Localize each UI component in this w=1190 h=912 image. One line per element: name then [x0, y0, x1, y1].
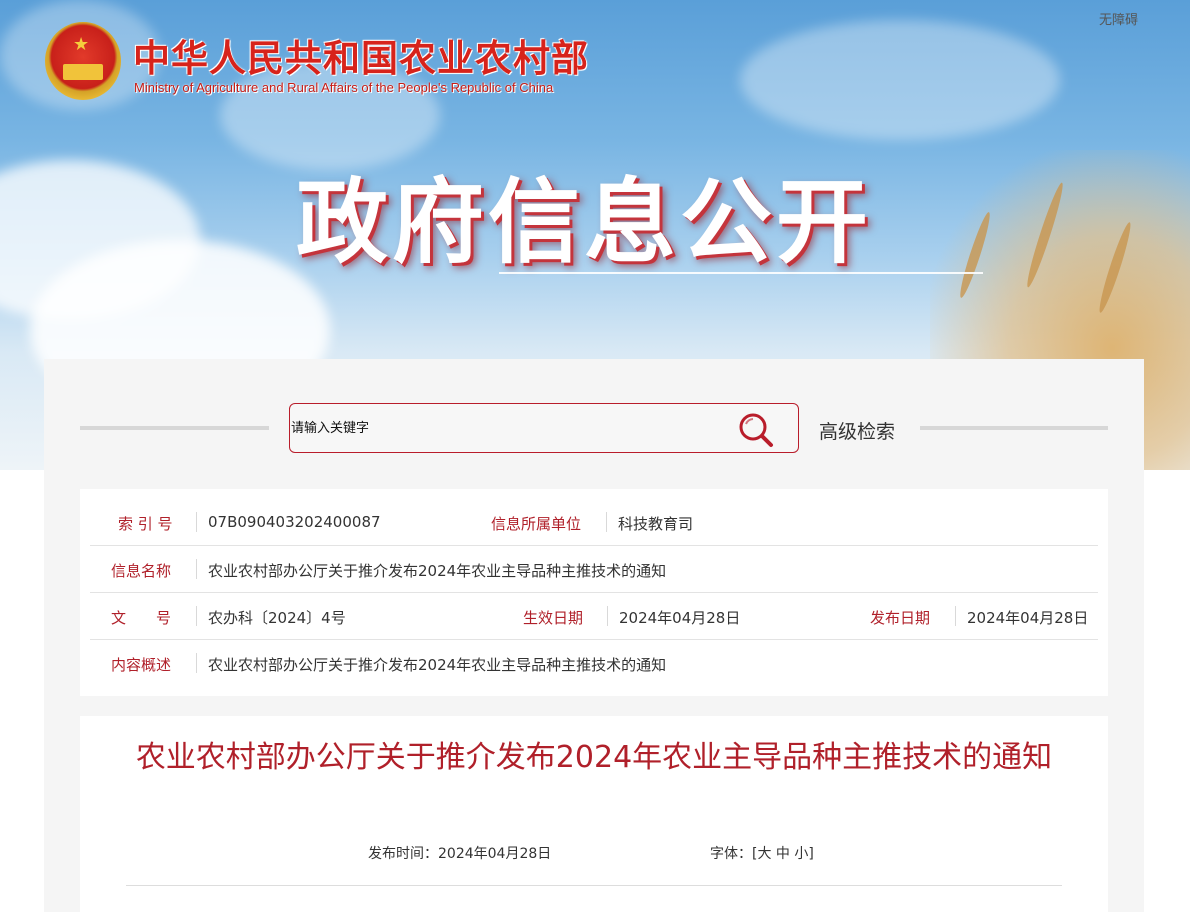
- sky-cloud: [740, 20, 1060, 140]
- summary-label: 内容概述: [111, 656, 172, 674]
- info-metadata-table: 索 引 号 07B090403202400087 信息所属单位 科技教育司 信息…: [80, 489, 1108, 696]
- publish-date-value: 2024年04月28日: [967, 609, 1089, 627]
- doc-number-label: 文 号: [111, 609, 172, 627]
- index-value: 07B090403202400087: [208, 513, 381, 531]
- national-emblem-icon[interactable]: ★: [45, 22, 121, 100]
- font-medium-button[interactable]: 中: [776, 846, 790, 862]
- divider: [196, 606, 197, 626]
- accessibility-link[interactable]: 无障碍: [1099, 9, 1138, 28]
- font-size-label: 字体：: [710, 846, 752, 862]
- page-hero-title: 政府信息公开: [296, 169, 873, 276]
- org-value: 科技教育司: [618, 515, 694, 533]
- publish-date-label: 发布日期: [870, 609, 931, 627]
- divider: [607, 606, 608, 626]
- divider: [196, 653, 197, 673]
- font-large-button[interactable]: 大: [757, 846, 771, 862]
- search-icon[interactable]: [738, 412, 774, 448]
- publish-time-label: 发布时间：: [368, 846, 438, 862]
- publish-time: 发布时间：2024年04月28日: [368, 843, 551, 863]
- divider: [126, 885, 1062, 886]
- ministry-name-cn[interactable]: 中华人民共和国农业农村部: [133, 28, 589, 82]
- publish-time-value: 2024年04月28日: [438, 846, 552, 862]
- hero-underline: [499, 272, 983, 274]
- effective-date-label: 生效日期: [523, 609, 584, 627]
- info-name-value: 农业农村部办公厅关于推介发布2024年农业主导品种主推技术的通知: [208, 562, 667, 580]
- gate-icon: [63, 64, 103, 80]
- divider: [955, 606, 956, 626]
- org-label: 信息所属单位: [491, 515, 582, 533]
- star-icon: ★: [73, 34, 90, 55]
- divider: [196, 512, 197, 532]
- article-card: 农业农村部办公厅关于推介发布2024年农业主导品种主推技术的通知 发布时间：20…: [80, 716, 1108, 912]
- table-row: 文 号 农办科〔2024〕4号 生效日期 2024年04月28日 发布日期 20…: [90, 593, 1098, 640]
- info-name-label: 信息名称: [111, 562, 172, 580]
- divider: [80, 426, 269, 430]
- search-input[interactable]: [291, 416, 721, 440]
- divider: [920, 426, 1108, 430]
- doc-number-value: 农办科〔2024〕4号: [208, 609, 346, 627]
- article-title: 农业农村部办公厅关于推介发布2024年农业主导品种主推技术的通知: [135, 740, 1053, 775]
- font-small-button[interactable]: 小: [794, 846, 808, 862]
- summary-value: 农业农村部办公厅关于推介发布2024年农业主导品种主推技术的通知: [208, 656, 667, 674]
- advanced-search-link[interactable]: 高级检索: [819, 417, 895, 444]
- divider: [196, 559, 197, 579]
- ministry-name-en[interactable]: Ministry of Agriculture and Rural Affair…: [134, 80, 553, 95]
- divider: [606, 512, 607, 532]
- effective-date-value: 2024年04月28日: [619, 609, 741, 627]
- content-panel: 高级检索 索 引 号 07B090403202400087 信息所属单位 科技教…: [44, 359, 1144, 912]
- table-row: 内容概述 农业农村部办公厅关于推介发布2024年农业主导品种主推技术的通知: [90, 640, 1098, 686]
- font-size-control: 字体：[大 中 小]: [710, 843, 814, 863]
- table-row: 信息名称 农业农村部办公厅关于推介发布2024年农业主导品种主推技术的通知: [90, 546, 1098, 593]
- table-row: 索 引 号 07B090403202400087 信息所属单位 科技教育司: [90, 499, 1098, 546]
- bracket: ]: [808, 846, 814, 862]
- search-box: [289, 403, 799, 453]
- search-bar: 高级检索: [44, 359, 1144, 489]
- index-label: 索 引 号: [118, 515, 173, 533]
